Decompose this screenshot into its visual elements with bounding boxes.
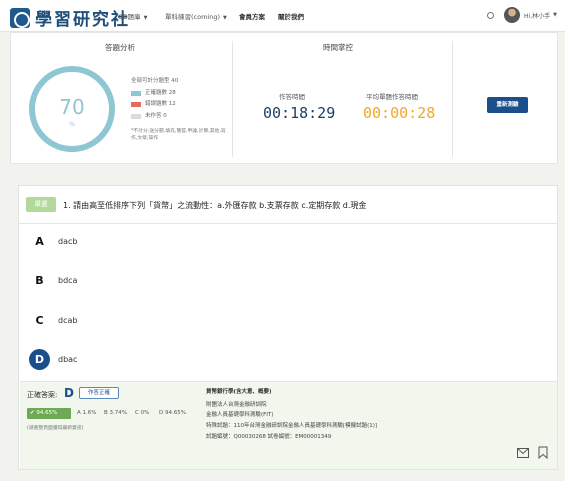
elapsed-time: 00:18:29 bbox=[263, 104, 336, 122]
bookmark-icon[interactable] bbox=[538, 446, 548, 459]
dist-a: A 1.6% bbox=[77, 410, 97, 416]
restart-button[interactable]: 重新測驗 bbox=[487, 97, 528, 113]
time-title: 時間掌控 bbox=[323, 43, 353, 52]
legend-total-label: 全部可計分題型 40 bbox=[131, 78, 179, 84]
nav-item-membership[interactable]: 會員方案 bbox=[239, 11, 265, 21]
legend-swatch bbox=[131, 90, 141, 96]
correct-rate-badge: ✔ 94.65% bbox=[27, 408, 71, 419]
dist-d: D 94.65% bbox=[159, 410, 186, 416]
score-unit: % bbox=[69, 121, 75, 128]
source-special: 特殊試題：110年台灣金融研訓院金融人員基礎學科測驗[模擬試題(1)] bbox=[206, 423, 378, 429]
chevron-down-icon: ▼ bbox=[143, 15, 148, 21]
option-b[interactable]: B bdca bbox=[29, 270, 77, 291]
option-letter: C bbox=[29, 310, 50, 331]
divider bbox=[232, 41, 233, 157]
chevron-down-icon: ▼ bbox=[223, 15, 227, 21]
dist-b: B 3.74% bbox=[104, 410, 127, 416]
option-c[interactable]: C dcab bbox=[29, 310, 77, 331]
nav-item-label: 單科練習(coming) bbox=[165, 13, 221, 21]
question-type-tag: 單選 bbox=[26, 197, 56, 212]
scoring-note: *不計分:送分題,填充,簡答,申論,計算,其他,寫作,文章,操作 bbox=[131, 129, 226, 141]
legend-total: 全部可計分題型 40 bbox=[131, 76, 178, 88]
legend-swatch bbox=[131, 102, 141, 108]
option-text: dacb bbox=[58, 237, 78, 246]
question-text: 1. 請由高至低排序下列「貨幣」之流動性：a.外匯存款 b.支票存款 c.定期存… bbox=[63, 201, 367, 210]
answer-label: 正確答案: bbox=[27, 391, 58, 399]
divider bbox=[452, 41, 453, 157]
avatar[interactable] bbox=[504, 7, 521, 23]
mail-icon[interactable] bbox=[517, 448, 529, 458]
legend-correct: 正確題數 28 bbox=[131, 88, 178, 100]
answer-result-button[interactable]: 作答正確 bbox=[79, 387, 119, 399]
source-exam: 金融人員基礎學科測驗(FIT) bbox=[206, 412, 274, 418]
score-legend: 全部可計分題型 40 正確題數 28 錯誤題數 12 未作答 0 bbox=[131, 76, 178, 122]
question-header: 單選 1. 請由高至低排序下列「貨幣」之流動性：a.外匯存款 b.支票存款 c.… bbox=[19, 186, 557, 224]
logo[interactable]: 學習研究社 bbox=[10, 5, 130, 30]
elapsed-label: 作答時間 bbox=[279, 93, 305, 101]
option-letter: A bbox=[29, 231, 50, 252]
option-letter: B bbox=[29, 270, 50, 291]
legend-wrong: 錯誤題數 12 bbox=[131, 99, 178, 111]
nav-item-about[interactable]: 關於我們 bbox=[278, 11, 304, 21]
logo-text: 學習研究社 bbox=[35, 10, 130, 30]
score-value: 70 bbox=[59, 95, 84, 119]
user-area: Hi,林小手 ▼ bbox=[487, 7, 557, 23]
nav-item-qb[interactable]: QB題庫 ▼ bbox=[118, 11, 147, 21]
stats-panel: 答題分析 70 % 全部可計分題型 40 正確題數 28 錯誤題數 12 未作答… bbox=[10, 32, 558, 164]
notification-icon[interactable] bbox=[487, 11, 495, 19]
answer-letter: D bbox=[64, 386, 74, 400]
avg-time-label: 平均單題作答時間 bbox=[366, 93, 418, 101]
legend-wrong-label: 錯誤題數 12 bbox=[145, 101, 176, 107]
nav-item-single-subject[interactable]: 單科練習(coming) ▼ bbox=[165, 11, 227, 21]
chevron-down-icon[interactable]: ▼ bbox=[553, 12, 557, 18]
option-text: dbac bbox=[58, 355, 78, 364]
dist-c: C 0% bbox=[135, 410, 150, 416]
source-ids: 試題編號：Q00030268 試卷編號：EM00001349 bbox=[206, 434, 332, 440]
legend-unanswered-label: 未作答 0 bbox=[145, 112, 167, 119]
score-donut-chart: 70 % bbox=[29, 66, 115, 152]
refresh-hint: (請重整頁面獲得最新資訊) bbox=[27, 426, 84, 431]
option-text: dcab bbox=[58, 316, 78, 325]
source-org: 財團法人台灣金融研訓院 bbox=[206, 402, 267, 408]
top-navbar: 學習研究社 QB題庫 ▼ 單科練習(coming) ▼ 會員方案 關於我們 Hi,林… bbox=[0, 0, 565, 32]
source-subject[interactable]: 貨幣銀行學(含大意、概要) bbox=[206, 387, 272, 395]
user-greeting[interactable]: Hi,林小手 bbox=[524, 11, 550, 20]
legend-swatch bbox=[131, 113, 141, 119]
answer-section: 正確答案: D 作答正確 ✔ 94.65% A 1.6% B 3.74% C 0… bbox=[20, 381, 557, 469]
option-d[interactable]: D dbac bbox=[29, 349, 77, 370]
question-panel: 單選 1. 請由高至低排序下列「貨幣」之流動性：a.外匯存款 b.支票存款 c.… bbox=[18, 185, 558, 470]
option-text: bdca bbox=[58, 276, 78, 285]
option-letter: D bbox=[29, 349, 50, 370]
option-a[interactable]: A dacb bbox=[29, 231, 77, 252]
analysis-title: 答題分析 bbox=[105, 43, 135, 52]
avg-time: 00:00:28 bbox=[363, 104, 436, 122]
correct-rate: 94.65% bbox=[36, 410, 58, 416]
nav-item-label: QB題庫 bbox=[118, 13, 141, 21]
logo-icon bbox=[10, 7, 30, 28]
legend-correct-label: 正確題數 28 bbox=[145, 89, 176, 96]
legend-unanswered: 未作答 0 bbox=[131, 111, 178, 123]
